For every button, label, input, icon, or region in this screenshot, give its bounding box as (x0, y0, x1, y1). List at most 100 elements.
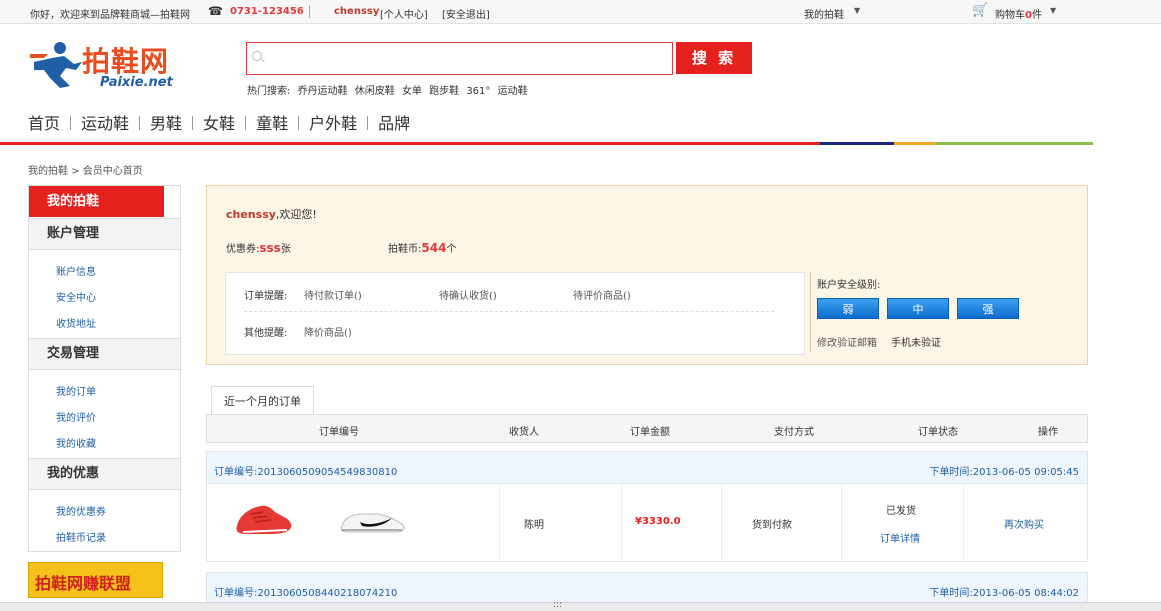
nav-item-women[interactable]: 女鞋 (203, 110, 235, 134)
pending-receipt-link[interactable]: 待确认收货() (439, 287, 497, 302)
pending-review-link[interactable]: 待评价商品() (573, 287, 631, 302)
greeting: chenssy,欢迎您! (226, 206, 317, 222)
nav-divider (192, 116, 194, 130)
breadcrumb-separator: > (71, 166, 80, 177)
runner-logo-icon (30, 42, 82, 88)
hot-search-item[interactable]: 女单 (402, 86, 422, 97)
hot-search-item[interactable]: 361° (466, 86, 490, 97)
nav-underline-orange (894, 142, 936, 145)
search-icon (252, 51, 262, 61)
hot-searches: 热门搜索: 乔丹运动鞋 休闲皮鞋 女单 跑步鞋 361° 运动鞋 (247, 82, 532, 97)
sidebar-group-benefits: 我的优惠 (29, 458, 180, 490)
sidebar-item-security[interactable]: 安全中心 (56, 289, 96, 304)
sidebar-item-my-reviews[interactable]: 我的评价 (56, 409, 96, 424)
order-status: 已发货 (886, 506, 916, 517)
nav-divider (139, 116, 141, 130)
sidebar-item-favorites[interactable]: 我的收藏 (56, 435, 96, 450)
logo-text-en: Paixie.net (100, 75, 173, 90)
cart-link[interactable]: 购物车0件 (995, 6, 1042, 21)
sidebar-item-coupons[interactable]: 我的优惠券 (56, 503, 106, 518)
order-number[interactable]: 订单编号:2013060509054549830810 (214, 463, 397, 478)
coupon-label: 优惠券: (226, 244, 260, 255)
coupon-unit: 张 (280, 244, 291, 255)
white-sneaker-image[interactable] (338, 508, 408, 536)
order-header: 订单编号:2013060508440218074210 下单时间:2013-06… (206, 572, 1088, 605)
nav-underline-blue (820, 142, 894, 145)
verify-email-link[interactable]: 修改验证邮箱 (817, 334, 877, 349)
username-link[interactable]: chenssy (334, 6, 379, 17)
column-header: 订单状态 (918, 427, 958, 438)
pending-payment-link[interactable]: 待付款订单() (304, 287, 362, 302)
hot-search-item[interactable]: 运动鞋 (498, 86, 528, 97)
sidebar: 我的拍鞋 账户管理 账户信息 安全中心 收货地址 交易管理 我的订单 我的评价 … (28, 185, 181, 552)
user-center-link[interactable]: [个人中心] (380, 6, 428, 21)
coin-label: 拍鞋币: (388, 244, 422, 255)
chevron-down-icon[interactable]: ▼ (1050, 6, 1056, 15)
cell-divider (621, 484, 622, 561)
welcome-text: 你好，欢迎来到品牌鞋商城—拍鞋网 (30, 10, 190, 21)
order-receiver: 陈明 (524, 520, 544, 531)
sidebar-item-my-orders[interactable]: 我的订单 (56, 383, 96, 398)
order-detail-link[interactable]: 订单详情 (880, 530, 920, 545)
buy-again-link[interactable]: 再次购买 (1004, 516, 1044, 531)
red-running-shoe-image[interactable] (233, 502, 295, 538)
other-reminder-label: 其他提醒: (244, 328, 288, 339)
order-amount: ¥3330.0 (635, 516, 681, 527)
nav-item-sports[interactable]: 运动鞋 (81, 110, 129, 134)
security-level-title: 账户安全级别: (817, 280, 881, 291)
nav-divider (298, 116, 300, 130)
nav-item-kids[interactable]: 童鞋 (256, 110, 288, 134)
cart-count: 0 (1025, 10, 1032, 21)
coupon-value: sss (259, 241, 281, 255)
security-level-medium[interactable]: 中 (887, 298, 949, 319)
logout-link[interactable]: [安全退出] (442, 6, 490, 21)
nav-divider (245, 116, 247, 130)
security-level-strong[interactable]: 强 (957, 298, 1019, 319)
sidebar-header[interactable]: 我的拍鞋 (29, 186, 164, 217)
sidebar-item-account-info[interactable]: 账户信息 (56, 263, 96, 278)
hot-search-item[interactable]: 休闲皮鞋 (355, 86, 395, 97)
hot-search-item[interactable]: 跑步鞋 (429, 86, 459, 97)
order-row: 陈明 ¥3330.0 货到付款 已发货 订单详情 再次购买 (206, 484, 1088, 562)
phone-icon: ☎ (208, 4, 223, 18)
cell-divider (841, 484, 842, 561)
sidebar-group-account: 账户管理 (29, 218, 180, 250)
breadcrumb-root[interactable]: 我的拍鞋 (28, 166, 68, 177)
nav-item-home[interactable]: 首页 (28, 110, 60, 134)
affiliate-banner[interactable]: 拍鞋网赚联盟 (28, 562, 163, 598)
hot-search-label: 热门搜索: (247, 86, 291, 97)
scrollbar-grip-icon[interactable]: ::: (553, 600, 562, 610)
breadcrumb-current: 会员中心首页 (82, 166, 143, 177)
cart-suffix: 件 (1031, 10, 1042, 21)
search-box[interactable] (246, 42, 673, 75)
price-drop-link[interactable]: 降价商品() (304, 324, 352, 339)
nav-item-men[interactable]: 男鞋 (150, 110, 182, 134)
coin-unit: 个 (446, 244, 457, 255)
nav-item-outdoor[interactable]: 户外鞋 (309, 110, 357, 134)
search-button[interactable]: 搜 索 (676, 42, 752, 74)
site-logo[interactable]: 拍鞋网 Paixie.net (30, 38, 210, 98)
coin-count: 拍鞋币:544个 (388, 240, 456, 255)
tab-recent-orders[interactable]: 近一个月的订单 (211, 386, 314, 415)
search-input[interactable] (269, 47, 664, 70)
horizontal-scrollbar[interactable]: ::: (0, 600, 1161, 611)
my-paixie-menu[interactable]: 我的拍鞋 (804, 6, 844, 21)
hot-search-item[interactable]: 乔丹运动鞋 (298, 86, 348, 97)
order-header: 订单编号:2013060509054549830810 下单时间:2013-06… (206, 451, 1088, 484)
nav-divider (70, 116, 72, 130)
security-divider (810, 272, 811, 352)
nav-underline (0, 142, 1093, 145)
breadcrumb: 我的拍鞋 > 会员中心首页 (28, 162, 143, 177)
coin-value: 544 (421, 241, 447, 255)
main-nav: 首页 运动鞋 男鞋 女鞋 童鞋 户外鞋 品牌 (28, 110, 410, 136)
sidebar-item-address[interactable]: 收货地址 (56, 315, 96, 330)
order-number[interactable]: 订单编号:2013060508440218074210 (214, 584, 397, 599)
order-time: 下单时间:2013-06-05 09:05:45 (929, 467, 1079, 478)
nav-item-brand[interactable]: 品牌 (378, 110, 410, 134)
chevron-down-icon[interactable]: ▼ (854, 6, 860, 15)
column-header: 支付方式 (774, 427, 814, 438)
cell-divider (721, 484, 722, 561)
sidebar-item-coin-records[interactable]: 拍鞋币记录 (56, 529, 106, 544)
cart-icon[interactable]: 🛒 (972, 3, 988, 18)
security-level-weak[interactable]: 弱 (817, 298, 879, 319)
